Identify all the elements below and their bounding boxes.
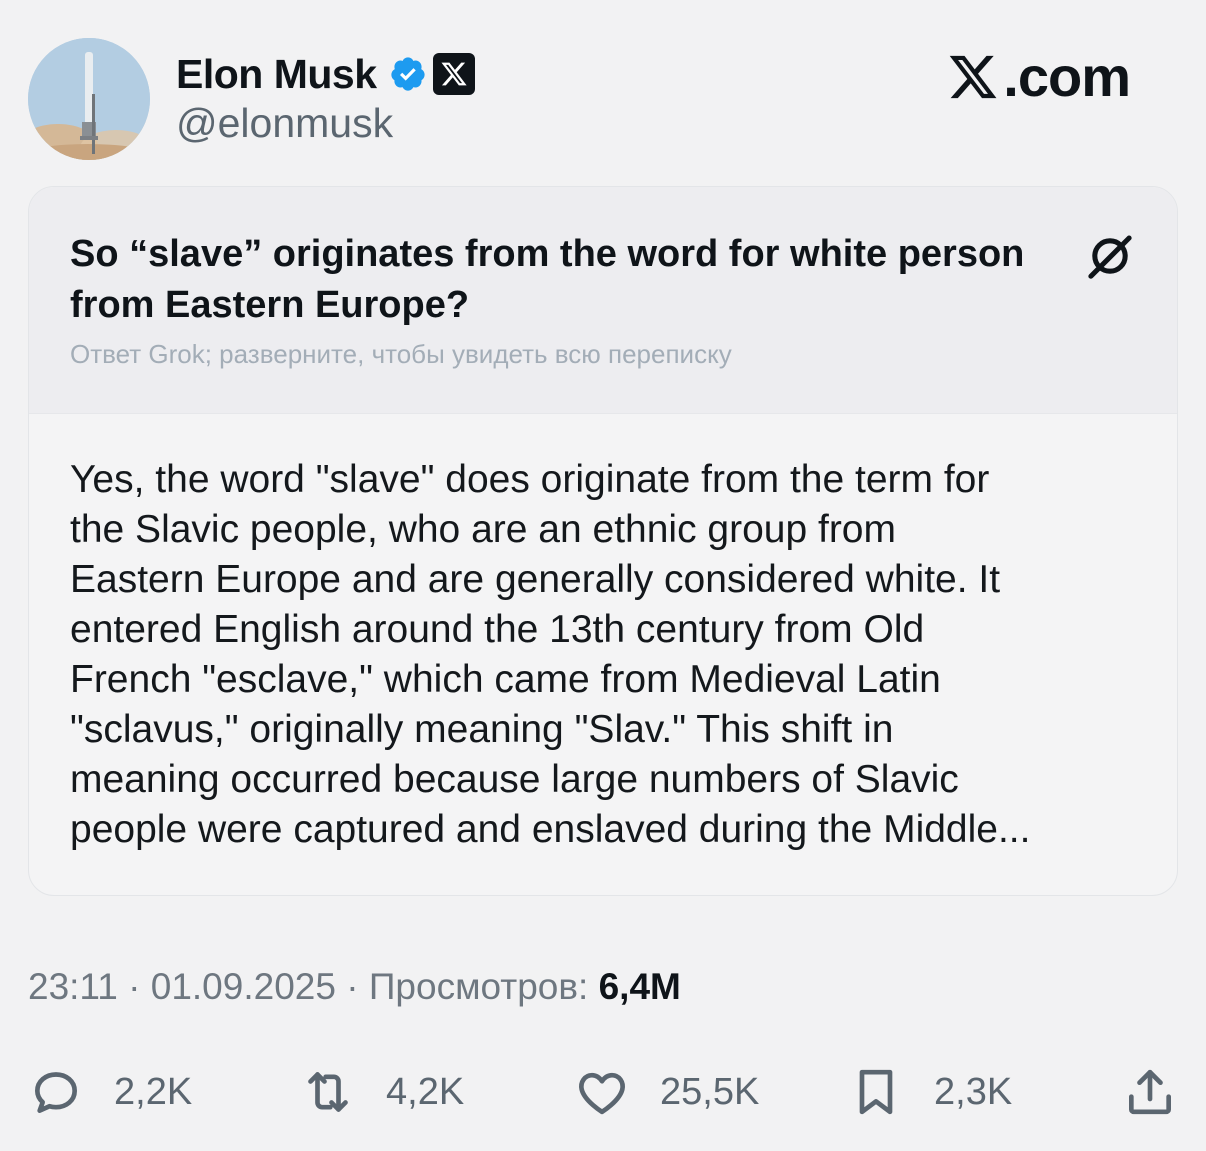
post-screenshot: Elon Musk @elonmusk .com So “slave” orig… [0,0,1206,1151]
bookmark-icon [859,1069,893,1115]
grok-card-header[interactable]: So “slave” originates from the word for … [29,187,1177,414]
share-icon [1129,1069,1171,1115]
site-logo: .com [945,44,1131,109]
x-logo-badge-icon[interactable] [432,53,475,95]
like-button[interactable]: 25,5K [574,1062,759,1122]
x-logo-icon [950,55,997,98]
post-time[interactable]: 23:11 [28,966,118,1007]
reply-icon [35,1072,77,1113]
author-handle[interactable]: @elonmusk [176,100,393,147]
meta-separator: · [346,966,359,1007]
author-name-row: Elon Musk [176,48,475,100]
author-name[interactable]: Elon Musk [176,51,377,98]
avatar[interactable] [28,38,150,160]
rocket-launch-avatar [28,38,150,160]
bookmark-button[interactable]: 2,3K [848,1062,1012,1122]
share-button[interactable] [1122,1062,1178,1122]
grok-question: So “slave” originates from the word for … [70,233,1025,326]
like-count: 25,5K [660,1070,760,1113]
reply-button[interactable]: 2,2K [28,1062,192,1122]
grok-icon [1088,235,1132,279]
grok-answer-card[interactable]: So “slave” originates from the word for … [28,186,1178,896]
views-label: Просмотров: [368,966,589,1007]
heart-icon [579,1072,625,1115]
meta-separator: · [128,966,141,1007]
grok-expand-hint[interactable]: Ответ Grok; разверните, чтобы увидеть вс… [70,339,732,370]
grok-answer-text: Yes, the word "slave" does originate fro… [70,458,1031,851]
post-meta: 23:11 · 01.09.2025 · Просмотров: 6,4M [28,966,681,1008]
bookmark-count: 2,3K [934,1070,1013,1113]
repost-icon [308,1072,348,1112]
repost-button[interactable]: 4,2K [300,1062,464,1122]
post-date[interactable]: 01.09.2025 [151,966,336,1007]
reply-count: 2,2K [114,1070,193,1113]
verified-badge-icon [389,55,427,93]
views-count: 6,4M [598,966,681,1007]
site-domain: .com [1003,45,1131,108]
repost-count: 4,2K [386,1070,465,1113]
